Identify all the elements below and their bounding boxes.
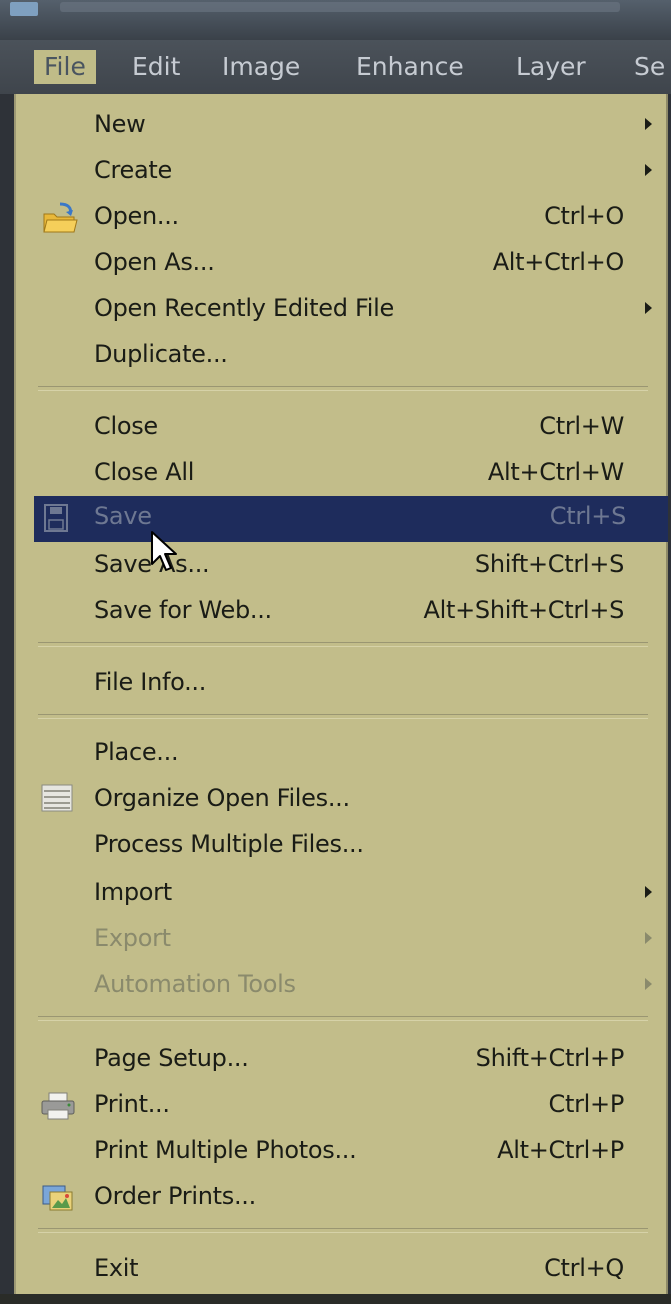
printer-icon [41,1092,75,1120]
menu-item-save-for-web[interactable]: Save for Web... Alt+Shift+Ctrl+S [16,590,666,634]
save-icon [44,504,68,532]
menu-item-place[interactable]: Place... [16,732,666,776]
menu-item-shortcut: Shift+Ctrl+S [474,550,624,578]
menu-enhance[interactable]: Enhance [356,50,464,84]
menu-item-label: Close [94,412,158,440]
mouse-cursor-icon [151,531,177,571]
submenu-arrow-icon [645,302,652,314]
menu-item-file-info[interactable]: File Info... [16,662,666,706]
menu-item-order-prints[interactable]: Order Prints... [16,1176,666,1220]
menu-item-label: Open... [94,202,179,230]
menu-item-label: Print... [94,1090,170,1118]
menu-item-page-setup[interactable]: Page Setup... Shift+Ctrl+P [16,1038,666,1082]
menu-item-shortcut: Ctrl+Q [544,1254,624,1282]
menu-item-label: Duplicate... [94,340,228,368]
menu-item-save[interactable]: Save Ctrl+S [34,496,668,542]
menu-item-label: Save [94,502,152,530]
menu-item-label: Open As... [94,248,215,276]
menu-item-shortcut: Ctrl+P [548,1090,625,1118]
menu-separator [38,642,648,647]
menu-file[interactable]: File [34,50,96,84]
submenu-arrow-icon [645,932,652,944]
menu-item-label: Page Setup... [94,1044,249,1072]
menu-item-shortcut: Ctrl+O [544,202,624,230]
menu-item-shortcut: Ctrl+W [539,412,624,440]
menu-image[interactable]: Image [222,50,300,84]
submenu-arrow-icon [645,978,652,990]
file-menu-dropdown: New Create Open... Ctrl+O Open As... Alt… [14,94,668,1294]
screen: File Edit Image Enhance Layer Se New Cre… [0,0,671,1304]
menu-item-label: Create [94,156,172,184]
menu-item-close-all[interactable]: Close All Alt+Ctrl+W [16,452,666,496]
menu-item-shortcut: Alt+Ctrl+O [492,248,625,276]
title-bar [0,0,671,40]
window-title [60,2,620,12]
menu-item-label: Open Recently Edited File [94,294,394,322]
menu-item-create[interactable]: Create [16,150,666,194]
menu-item-open-recent[interactable]: Open Recently Edited File [16,288,666,332]
menu-item-label: Close All [94,458,195,486]
menu-layer[interactable]: Layer [516,50,586,84]
menu-item-label: Exit [94,1254,139,1282]
submenu-arrow-icon [645,886,652,898]
menu-item-label: Process Multiple Files... [94,830,364,858]
menu-item-label: Organize Open Files... [94,784,350,812]
menu-item-open-as[interactable]: Open As... Alt+Ctrl+O [16,242,666,286]
menu-item-label: File Info... [94,668,207,696]
menu-item-print-multiple-photos[interactable]: Print Multiple Photos... Alt+Ctrl+P [16,1130,666,1174]
bottom-edge [0,1294,671,1304]
menu-select[interactable]: Se [634,50,665,84]
menu-item-process-multiple-files[interactable]: Process Multiple Files... [16,824,666,868]
menu-item-organize-open-files[interactable]: Organize Open Files... [16,778,666,822]
menu-item-print[interactable]: Print... Ctrl+P [16,1084,666,1128]
app-icon [10,2,38,16]
menu-bar: File Edit Image Enhance Layer Se [0,40,671,94]
menu-item-label: Print Multiple Photos... [94,1136,357,1164]
submenu-arrow-icon [645,164,652,176]
menu-item-export[interactable]: Export [16,918,666,962]
menu-item-shortcut: Alt+Ctrl+P [497,1136,624,1164]
organize-files-icon [41,784,73,812]
menu-item-label: Save for Web... [94,596,272,624]
menu-item-duplicate[interactable]: Duplicate... [16,334,666,378]
menu-separator [38,386,648,391]
menu-item-new[interactable]: New [16,104,666,148]
order-prints-icon [42,1185,73,1211]
menu-item-label: Export [94,924,171,952]
menu-separator [38,1228,648,1233]
menu-item-label: Place... [94,738,179,766]
menu-item-close[interactable]: Close Ctrl+W [16,406,666,450]
menu-item-shortcut: Shift+Ctrl+P [475,1044,625,1072]
menu-item-label: Automation Tools [94,970,296,998]
menu-item-automation-tools[interactable]: Automation Tools [16,964,666,1008]
menu-item-shortcut: Ctrl+S [549,502,627,530]
menu-item-label: Order Prints... [94,1182,256,1210]
menu-item-import[interactable]: Import [16,872,666,916]
menu-separator [38,714,648,719]
menu-item-label: New [94,110,146,138]
submenu-arrow-icon [645,118,652,130]
menu-item-label: Import [94,878,172,906]
menu-item-open[interactable]: Open... Ctrl+O [16,196,666,240]
menu-item-save-as[interactable]: Save As... Shift+Ctrl+S [16,544,666,588]
open-folder-icon [43,202,78,233]
menu-item-shortcut: Alt+Ctrl+W [487,458,624,486]
menu-edit[interactable]: Edit [132,50,180,84]
menu-item-exit[interactable]: Exit Ctrl+Q [16,1248,666,1292]
menu-item-shortcut: Alt+Shift+Ctrl+S [423,596,624,624]
menu-separator [38,1016,648,1021]
